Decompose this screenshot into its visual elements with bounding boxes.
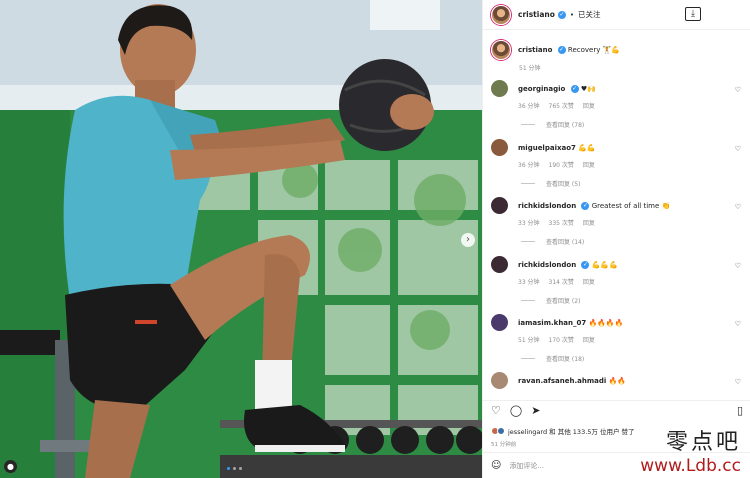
heart-icon[interactable]: ♡	[735, 145, 741, 153]
avatar[interactable]	[491, 256, 508, 273]
comment-username[interactable]: ravan.afsaneh.ahmadi	[518, 377, 606, 385]
comment-item: miguelpaixao7 💪💪 36 分钟 190 次赞 回复 查看回复 (5…	[491, 139, 747, 188]
comment-likes[interactable]: 335 次赞	[549, 218, 574, 227]
comment-likes[interactable]: 190 次赞	[549, 160, 574, 169]
share-icon[interactable]: ➤	[531, 405, 540, 416]
comment-username[interactable]: richkidslondon	[518, 202, 576, 210]
emoji-icon[interactable]: ☺	[491, 460, 501, 471]
post-dialog: › ● cristiano ✓ • 已关注 ⤓ cristiano ✓ Reco…	[0, 0, 750, 478]
carousel-dot	[233, 467, 236, 470]
comment-text: ♥🙌	[580, 84, 596, 93]
comment-item: ravan.afsaneh.ahmadi 🔥🔥 ♡	[491, 372, 747, 389]
bookmark-icon[interactable]: ▯	[737, 404, 743, 417]
verified-badge-icon: ✓	[570, 84, 579, 93]
watermark-logo: 零点吧 www.Ldb.cc	[640, 424, 741, 476]
reply-button[interactable]: 回复	[583, 277, 595, 286]
action-bar: ♡ ◯ ➤ ▯	[483, 400, 750, 420]
verified-badge-icon: ✓	[557, 10, 566, 19]
photo-illustration	[0, 0, 482, 478]
comment-username[interactable]: richkidslondon	[518, 261, 576, 269]
comment-time: 36 分钟	[518, 103, 540, 110]
likes-text: jesselingard 和 其他 133.5万 位用户 赞了	[508, 428, 635, 436]
heart-icon[interactable]: ♡	[735, 262, 741, 270]
comment-time: 33 分钟	[518, 279, 540, 286]
following-button[interactable]: 已关注	[578, 9, 601, 20]
watermark-line2: www.Ldb.cc	[640, 456, 741, 476]
heart-icon[interactable]: ♡	[735, 320, 741, 328]
avatar[interactable]	[491, 4, 511, 25]
header-username[interactable]: cristiano	[518, 10, 555, 19]
comment-item: iamasim.khan_07 🔥🔥🔥🔥 51 分钟 170 次赞 回复 查看回…	[491, 314, 747, 363]
caption-username[interactable]: cristiano	[518, 46, 552, 54]
view-replies-button[interactable]: 查看回复 (14)	[546, 237, 584, 246]
comment-item: georginagio ✓ ♥🙌 36 分钟 765 次赞 回复 查看回复 (7…	[491, 80, 747, 129]
add-comment-input[interactable]: 添加评论...	[509, 461, 544, 471]
comment-text: 🔥🔥🔥🔥	[588, 318, 624, 327]
verified-badge-icon: ✓	[581, 201, 590, 210]
caption-time: 51 分钟	[519, 65, 541, 72]
avatar[interactable]	[491, 197, 508, 214]
verified-badge-icon: ✓	[557, 46, 566, 54]
comment-username[interactable]: iamasim.khan_07	[518, 319, 586, 327]
reply-button[interactable]: 回复	[583, 335, 595, 344]
comment-icon[interactable]: ◯	[510, 405, 522, 416]
post-caption: cristiano ✓ Recovery 🏋💪 51 分钟	[491, 40, 620, 72]
view-replies-button[interactable]: 查看回复 (78)	[546, 120, 584, 129]
comment-username[interactable]: georginagio	[518, 85, 565, 93]
comment-item: richkidslondon ✓ Greatest of all time 👏 …	[491, 197, 747, 246]
comment-text: Greatest of all time 👏	[591, 201, 671, 210]
avatar[interactable]	[491, 40, 511, 60]
post-header: cristiano ✓ • 已关注 ⤓	[483, 0, 750, 30]
carousel-dot	[227, 467, 230, 470]
comment-text: 💪💪	[578, 143, 596, 152]
reply-button[interactable]: 回复	[583, 218, 595, 227]
carousel-dot	[239, 467, 242, 470]
comment-time: 33 分钟	[518, 220, 540, 227]
comment-item: richkidslondon ✓ 💪💪💪 33 分钟 314 次赞 回复 查看回…	[491, 256, 747, 305]
comment-likes[interactable]: 765 次赞	[549, 101, 574, 110]
comment-likes[interactable]: 170 次赞	[549, 335, 574, 344]
post-sidebar: cristiano ✓ • 已关注 ⤓ cristiano ✓ Recovery…	[482, 0, 750, 478]
comment-time: 51 分钟	[518, 337, 540, 344]
heart-icon[interactable]: ♡	[735, 203, 741, 211]
view-replies-button[interactable]: 查看回复 (2)	[546, 296, 580, 305]
comment-likes[interactable]: 314 次赞	[549, 277, 574, 286]
separator: •	[569, 10, 575, 19]
heart-icon[interactable]: ♡	[491, 405, 501, 416]
comment-username[interactable]: miguelpaixao7	[518, 144, 576, 152]
avatar[interactable]	[491, 139, 508, 156]
avatar[interactable]	[491, 80, 508, 97]
comment-text: 🔥🔥	[608, 376, 626, 385]
avatar	[497, 427, 505, 435]
avatar[interactable]	[491, 314, 508, 331]
heart-icon[interactable]: ♡	[735, 378, 741, 386]
reply-button[interactable]: 回复	[583, 160, 595, 169]
verified-badge-icon: ✓	[581, 260, 590, 269]
watermark-line1: 零点吧	[665, 430, 741, 455]
download-icon[interactable]: ⤓	[685, 7, 701, 21]
reply-button[interactable]: 回复	[583, 101, 595, 110]
next-photo-button[interactable]: ›	[461, 233, 475, 247]
post-photo[interactable]: › ●	[0, 0, 482, 478]
avatar[interactable]	[491, 372, 508, 389]
carousel-dots	[227, 467, 242, 470]
comment-time: 36 分钟	[518, 162, 540, 169]
user-tag-icon[interactable]: ●	[4, 460, 17, 473]
comments-list[interactable]: cristiano ✓ Recovery 🏋💪 51 分钟 georginagi…	[483, 30, 750, 400]
view-replies-button[interactable]: 查看回复 (18)	[546, 354, 584, 363]
heart-icon[interactable]: ♡	[735, 86, 741, 94]
comment-text: 💪💪💪	[591, 260, 618, 269]
caption-text: Recovery 🏋💪	[567, 46, 621, 54]
view-replies-button[interactable]: 查看回复 (5)	[546, 179, 580, 188]
